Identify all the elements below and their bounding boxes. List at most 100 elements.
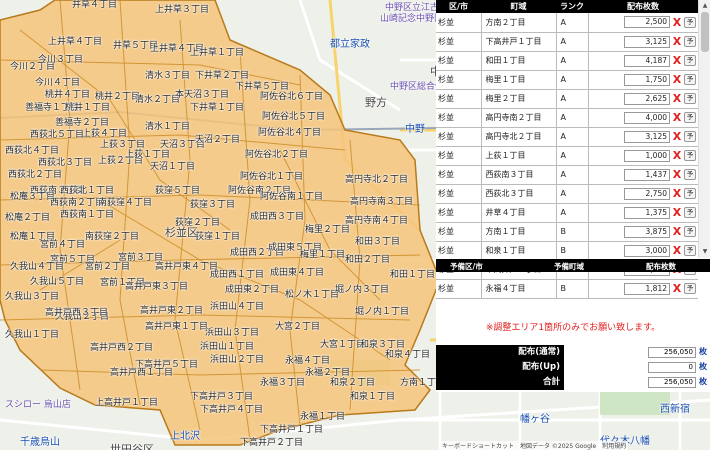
area-label[interactable]: 成田西３丁目 xyxy=(250,212,304,222)
area-label[interactable]: 阿佐谷北４丁目 xyxy=(258,128,321,138)
area-label[interactable]: 高井戸東３丁目 xyxy=(125,282,188,292)
delete-x-icon[interactable]: X xyxy=(672,111,682,124)
area-label[interactable]: 今川３丁目 xyxy=(38,55,83,65)
qty-input[interactable]: 1,375 xyxy=(624,206,670,219)
area-label[interactable]: 和泉３丁目 xyxy=(360,340,405,350)
area-label[interactable]: 久我山１丁目 xyxy=(5,330,59,340)
qty-input[interactable]: 2,500 xyxy=(624,16,670,29)
reserve-button[interactable]: 予 xyxy=(684,150,696,161)
scroll-up-arrow-icon[interactable]: ▲ xyxy=(701,2,709,10)
delete-x-icon[interactable]: X xyxy=(672,16,682,29)
area-label[interactable]: 今川４丁目 xyxy=(35,78,80,88)
area-label[interactable]: 和泉４丁目 xyxy=(385,350,430,360)
reserve-button[interactable]: 予 xyxy=(684,207,696,218)
area-label[interactable]: 浜田山３丁目 xyxy=(205,328,259,338)
area-label[interactable]: 高井戸東１丁目 xyxy=(145,322,208,332)
area-label[interactable]: 西荻北３丁目 xyxy=(38,158,92,168)
reserve-button[interactable]: 予 xyxy=(684,245,696,256)
area-label[interactable]: 上荻４丁目 xyxy=(82,129,127,139)
area-label[interactable]: 成田東４丁目 xyxy=(270,268,324,278)
delete-x-icon[interactable]: X xyxy=(672,130,682,143)
area-label[interactable]: 高円寺南４丁目 xyxy=(345,216,408,226)
area-label[interactable]: 井草４丁目 xyxy=(72,0,117,10)
area-label[interactable]: 松ノ木１丁目 xyxy=(285,290,339,300)
scroll-thumb[interactable] xyxy=(701,12,709,52)
area-label[interactable]: 永福３丁目 xyxy=(260,378,305,388)
area-label[interactable]: 上井草３丁目 xyxy=(155,5,209,15)
area-label[interactable]: 下高井戸４丁目 xyxy=(200,405,263,415)
reserve-button[interactable]: 予 xyxy=(684,131,696,142)
area-label[interactable]: 下高井戸１丁目 xyxy=(260,425,323,435)
qty-input[interactable]: 3,125 xyxy=(624,35,670,48)
area-label[interactable]: 荻窪３丁目 xyxy=(190,200,235,210)
area-label[interactable]: 永福４丁目 xyxy=(285,356,330,366)
area-label[interactable]: 宮前２丁目 xyxy=(85,262,130,272)
map-attribution[interactable]: キーボードショートカット 地図データ ©2025 Google 利用規約 xyxy=(440,441,629,450)
area-label[interactable]: 阿佐谷北２丁目 xyxy=(245,150,308,160)
delete-x-icon[interactable]: X xyxy=(672,149,682,162)
area-label[interactable]: 浜田山１丁目 xyxy=(200,342,254,352)
area-label[interactable]: 堀ノ内３丁目 xyxy=(335,285,389,295)
area-label[interactable]: 下井草５丁目 xyxy=(235,82,289,92)
area-label[interactable]: 高円寺南３丁目 xyxy=(350,197,413,207)
area-label[interactable]: 清水２丁目 xyxy=(135,95,180,105)
area-label[interactable]: 久我山３丁目 xyxy=(5,292,59,302)
qty-input[interactable]: 3,125 xyxy=(624,130,670,143)
area-label[interactable]: 西荻南１丁目 xyxy=(60,210,114,220)
area-label[interactable]: 善福寺２丁目 xyxy=(55,118,109,128)
delete-x-icon[interactable]: X xyxy=(672,92,682,105)
area-label[interactable]: 上高井戸１丁目 xyxy=(95,398,158,408)
area-label[interactable]: 下井草２丁目 xyxy=(195,71,249,81)
area-label[interactable]: 永福１丁目 xyxy=(300,412,345,422)
reserve-button[interactable]: 予 xyxy=(684,169,696,180)
area-label[interactable]: 高井戸西２丁目 xyxy=(90,343,153,353)
reserve-button[interactable]: 予 xyxy=(684,188,696,199)
area-label[interactable]: 永福２丁目 xyxy=(305,368,350,378)
area-label[interactable]: 和田３丁目 xyxy=(355,237,400,247)
area-label[interactable]: 天沼１丁目 xyxy=(150,162,195,172)
qty-input[interactable]: 2,750 xyxy=(624,187,670,200)
area-label[interactable]: 上荻１丁目 xyxy=(125,150,170,160)
area-label[interactable]: 南荻窪４丁目 xyxy=(98,198,152,208)
area-label[interactable]: 松庵２丁目 xyxy=(5,213,50,223)
qty-input[interactable]: 3,000 xyxy=(624,244,670,257)
area-label[interactable]: 成田東２丁目 xyxy=(225,285,279,295)
delete-x-icon[interactable]: X xyxy=(672,54,682,67)
area-label[interactable]: 大宮１丁目 xyxy=(320,340,365,350)
area-label[interactable]: 高井戸東４丁目 xyxy=(155,262,218,272)
delete-x-icon[interactable]: X xyxy=(672,35,682,48)
area-label[interactable]: 清水３丁目 xyxy=(145,71,190,81)
reserve-button[interactable]: 予 xyxy=(684,16,696,28)
qty-input[interactable]: 4,000 xyxy=(624,111,670,124)
area-label[interactable]: 桃井４丁目 xyxy=(45,90,90,100)
qty-input[interactable]: 1,437 xyxy=(624,168,670,181)
area-label[interactable]: 堀ノ内１丁目 xyxy=(355,307,409,317)
area-label[interactable]: 下高井戸３丁目 xyxy=(190,392,253,402)
scroll-down-arrow-icon[interactable]: ▼ xyxy=(701,248,709,256)
delete-x-icon[interactable]: X xyxy=(672,73,682,86)
qty-input[interactable]: 1,812 xyxy=(624,282,670,295)
area-label[interactable]: 松庵３丁目 xyxy=(10,192,55,202)
qty-input[interactable]: 1,750 xyxy=(624,73,670,86)
area-label[interactable]: 和田２丁目 xyxy=(345,255,390,265)
delete-x-icon[interactable]: X xyxy=(672,206,682,219)
area-label[interactable]: 上荻３丁目 xyxy=(100,140,145,150)
area-label[interactable]: 高井戸西３丁目 xyxy=(45,308,108,318)
area-label[interactable]: 和泉２丁目 xyxy=(330,378,375,388)
area-label[interactable]: 久我山４丁目 xyxy=(10,262,64,272)
qty-input[interactable]: 1,000 xyxy=(624,149,670,162)
area-label[interactable]: 荻窪５丁目 xyxy=(155,186,200,196)
area-label[interactable]: 西荻北５丁目 xyxy=(30,130,84,140)
area-label[interactable]: 上井草１丁目 xyxy=(190,48,244,58)
reserve-button[interactable]: 予 xyxy=(684,283,696,294)
area-label[interactable]: 大宮２丁目 xyxy=(275,322,320,332)
area-label[interactable]: 阿佐谷北５丁目 xyxy=(262,112,325,122)
area-label[interactable]: 下井草１丁目 xyxy=(190,103,244,113)
area-label[interactable]: 西荻北２丁目 xyxy=(8,170,62,180)
reserve-button[interactable]: 予 xyxy=(684,93,696,104)
qty-input[interactable]: 4,187 xyxy=(624,54,670,67)
area-label[interactable]: 宮前４丁目 xyxy=(40,240,85,250)
area-label[interactable]: 桃井１丁目 xyxy=(65,103,110,113)
area-label[interactable]: 下高井戸２丁目 xyxy=(240,438,303,448)
area-label[interactable]: 阿佐谷北１丁目 xyxy=(240,172,303,182)
